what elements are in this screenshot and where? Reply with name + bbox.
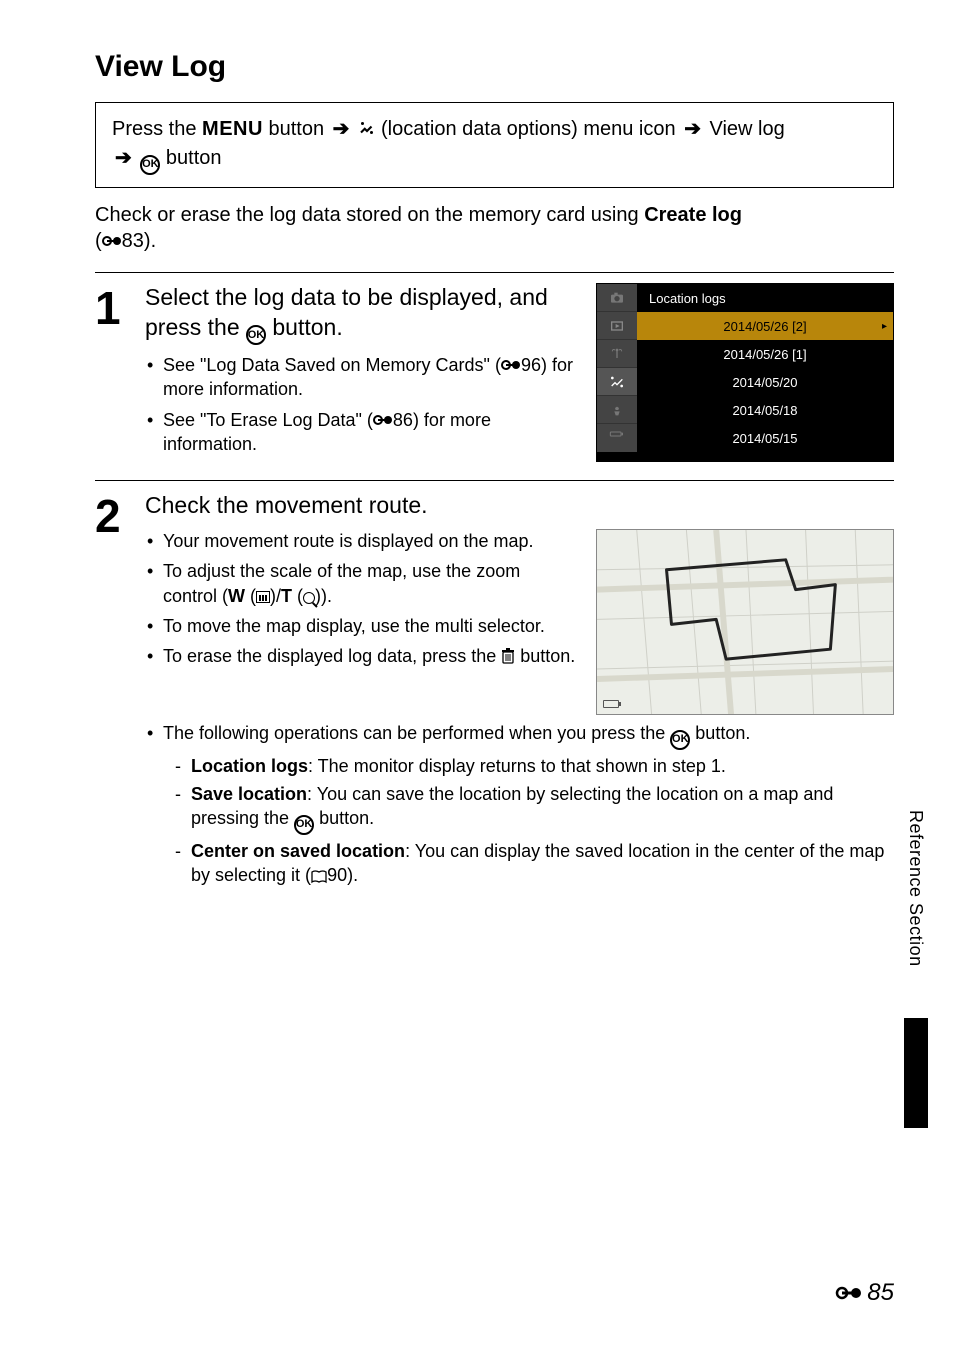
sub-text: button. xyxy=(314,808,374,828)
step-number: 1 xyxy=(95,285,145,331)
sub-text: : The monitor display returns to that sh… xyxy=(308,756,726,776)
log-item: 2014/05/26 [2] xyxy=(637,312,893,340)
intro-ref-num: 83 xyxy=(122,230,144,252)
nav-text: View log xyxy=(704,118,785,140)
logs-header: Location logs xyxy=(637,284,893,312)
ok-button-icon: OK xyxy=(246,325,266,345)
step-number: 2 xyxy=(95,493,145,539)
arrow-icon: ➔ xyxy=(333,115,350,144)
zoom-w-label: W xyxy=(228,586,245,606)
log-item: 2014/05/15 xyxy=(637,424,893,452)
battery-icon xyxy=(603,700,619,708)
location-data-icon xyxy=(358,121,381,141)
bullet-text: See "To Erase Log Data" ( xyxy=(163,410,373,430)
step-head-text: Select the log data to be displayed, and… xyxy=(145,284,548,340)
antenna-tab-icon xyxy=(597,340,637,368)
intro-text: ). xyxy=(144,230,156,252)
thumbnail-icon xyxy=(256,591,270,603)
sub-bullet: Save location: You can save the location… xyxy=(173,782,894,835)
step-2-bullet: To erase the displayed log data, press t… xyxy=(145,644,578,670)
sub-bullet: Location logs: The monitor display retur… xyxy=(173,754,894,778)
cross-ref-icon xyxy=(501,355,521,374)
map-screenshot: 500m xyxy=(596,529,894,715)
menu-button-label: MENU xyxy=(202,118,263,140)
arrow-icon: ➔ xyxy=(684,115,701,144)
blank-tab xyxy=(597,424,637,452)
intro-paragraph: Check or erase the log data stored on th… xyxy=(95,202,894,254)
log-item: 2014/05/20 xyxy=(637,368,893,396)
trash-icon xyxy=(501,646,515,670)
sub-bold: Center on saved location xyxy=(191,841,405,861)
page-title: View Log xyxy=(95,50,894,84)
cross-ref-icon xyxy=(102,231,122,249)
nav-text: button xyxy=(160,147,221,169)
playback-tab-icon xyxy=(597,312,637,340)
zoom-t-label: T xyxy=(281,586,292,606)
ref-num: 86 xyxy=(393,410,413,430)
step-head-text: button. xyxy=(266,314,343,340)
page-ref-icon xyxy=(835,1285,863,1301)
nav-text: button xyxy=(263,118,330,140)
page-number-value: 85 xyxy=(867,1279,894,1307)
intro-create-log: Create log xyxy=(644,204,742,226)
magnifier-icon xyxy=(303,592,315,604)
ok-button-icon: OK xyxy=(140,155,160,175)
step-2-bullet: Your movement route is displayed on the … xyxy=(145,529,578,553)
navigation-path-box: Press the MENU button ➔ (location data o… xyxy=(95,102,894,188)
cross-ref-icon xyxy=(373,410,393,429)
sub-bullet: Center on saved location: You can displa… xyxy=(173,839,894,891)
intro-text: Check or erase the log data stored on th… xyxy=(95,204,644,226)
ref-num: 90 xyxy=(327,865,347,885)
bullet-text: The following operations can be performe… xyxy=(163,723,670,743)
camera-tab-icon xyxy=(597,284,637,312)
step-1: 1 Select the log data to be displayed, a… xyxy=(95,273,894,462)
step-1-bullet: See "To Erase Log Data" (86) for more in… xyxy=(145,408,578,457)
location-tab-icon xyxy=(597,368,637,396)
step-2-heading: Check the movement route. xyxy=(145,491,894,521)
page-number: 85 xyxy=(835,1279,894,1307)
step-1-heading: Select the log data to be displayed, and… xyxy=(145,283,578,345)
log-item: 2014/05/26 [1] xyxy=(637,340,893,368)
log-item: 2014/05/18 xyxy=(637,396,893,424)
ref-num: 96 xyxy=(521,355,541,375)
ok-button-icon: OK xyxy=(670,730,690,750)
step-2-bullet: To move the map display, use the multi s… xyxy=(145,614,578,638)
setup-tab-icon xyxy=(597,396,637,424)
location-logs-screenshot: Location logs 2014/05/26 [2] 2014/05/26 … xyxy=(596,283,894,462)
bullet-text: button. xyxy=(515,646,575,666)
step-1-bullet: See "Log Data Saved on Memory Cards" ( 96… xyxy=(145,353,578,402)
step-2-bullet: The following operations can be performe… xyxy=(145,721,894,890)
bullet-text: button. xyxy=(690,723,750,743)
intro-text: ( xyxy=(95,230,102,252)
arrow-icon: ➔ xyxy=(115,144,132,173)
bullet-text: To adjust the scale of the map, use the … xyxy=(163,561,520,605)
section-tab-label: Reference Section xyxy=(905,810,926,967)
step-2-bullet: To adjust the scale of the map, use the … xyxy=(145,559,578,608)
ok-button-icon: OK xyxy=(294,815,314,835)
sub-bold: Save location xyxy=(191,784,307,804)
nav-text: (location data options) menu icon xyxy=(381,118,681,140)
bullet-text: ). xyxy=(321,586,332,606)
bullet-text: See "Log Data Saved on Memory Cards" ( xyxy=(163,355,501,375)
bullet-text: To erase the displayed log data, press t… xyxy=(163,646,501,666)
section-tab-bar xyxy=(904,1018,928,1128)
sub-bold: Location logs xyxy=(191,756,308,776)
nav-text: Press the xyxy=(112,118,202,140)
map-route xyxy=(597,530,893,715)
step-2: 2 Check the movement route. Your movemen… xyxy=(95,481,894,896)
manual-ref-icon xyxy=(311,866,327,890)
sub-text: ). xyxy=(347,865,358,885)
